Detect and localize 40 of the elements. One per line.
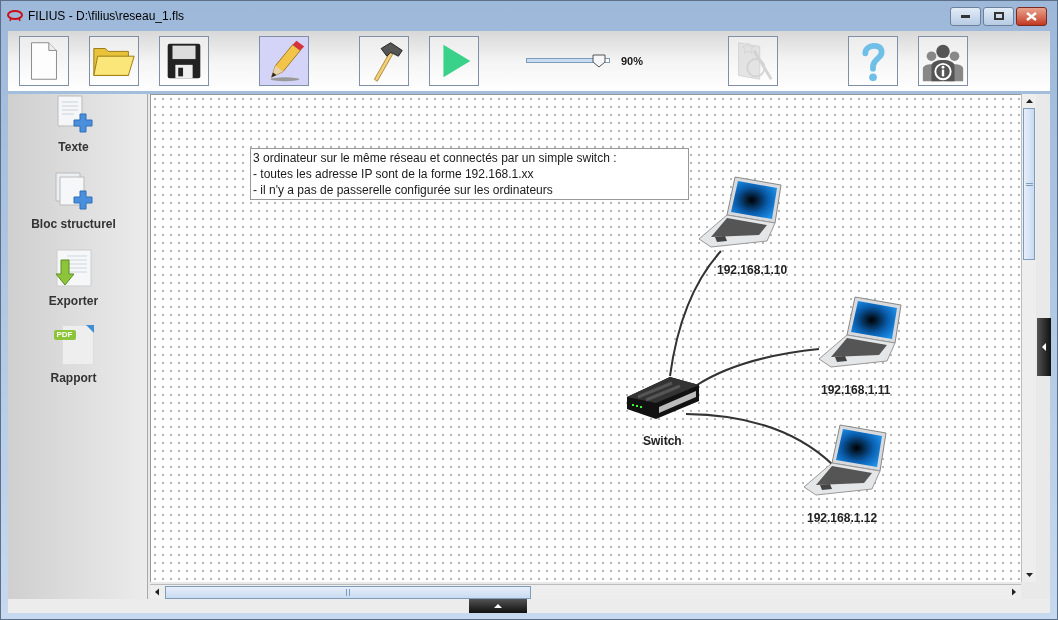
report-tool[interactable]: PDF Rapport [50, 325, 97, 387]
zoom-percentage: 90% [621, 53, 644, 69]
network-switch-icon[interactable] [626, 375, 700, 421]
build-button[interactable] [359, 36, 409, 86]
window-title: FILIUS - D:\filius\reseau_1.fls [28, 8, 185, 25]
pdf-label: PDF [53, 330, 76, 340]
close-button[interactable] [1016, 6, 1047, 26]
structure-block-tool[interactable]: Bloc structurel [31, 171, 116, 233]
maximize-button[interactable] [983, 6, 1014, 26]
open-button[interactable] [89, 36, 139, 86]
help-button[interactable] [848, 36, 899, 86]
add-text-tool[interactable]: Texte [53, 94, 94, 156]
side-panel-toggle[interactable] [1037, 318, 1051, 376]
export-tool[interactable]: Exporter [48, 248, 99, 310]
folded-corner-icon [85, 325, 94, 333]
simulation-button[interactable] [429, 36, 479, 86]
ip-address-label: 192.168.1.11 [821, 382, 891, 399]
scrollbar-thumb[interactable] [1023, 108, 1035, 260]
save-button[interactable] [159, 36, 209, 86]
app-logo-icon [7, 10, 23, 22]
switch-label: Switch [643, 433, 682, 450]
text-note[interactable]: 3 ordinateur sur le même réseau et connectés par un simple switch : - toutes les adresse IP sont de la forme 192.168.1.xx - il n'y a pas de passerelle configurée sur les ordinateurs [250, 148, 689, 200]
vertical-scrollbar[interactable] [1021, 94, 1036, 582]
zoom-slider[interactable] [526, 54, 610, 68]
slider-thumb[interactable] [591, 54, 606, 68]
scrollbar-thumb[interactable] [165, 585, 531, 599]
export-document-icon [53, 248, 94, 288]
ip-address-label: 192.168.1.12 [807, 510, 878, 527]
design-mode-button[interactable] [259, 36, 309, 86]
new-button[interactable] [19, 36, 69, 86]
network-canvas[interactable] [150, 94, 1021, 582]
minimize-button[interactable] [950, 6, 981, 26]
add-block-icon [53, 171, 94, 211]
caret-up-icon [493, 603, 503, 609]
horizontal-scrollbar[interactable] [150, 584, 1021, 599]
about-button[interactable] [918, 36, 969, 86]
expand-panel-button[interactable] [469, 599, 527, 613]
caret-left-icon [1041, 342, 1047, 352]
ip-address-label: 192.168.1.10 [717, 262, 788, 279]
close-icon [1026, 11, 1037, 21]
